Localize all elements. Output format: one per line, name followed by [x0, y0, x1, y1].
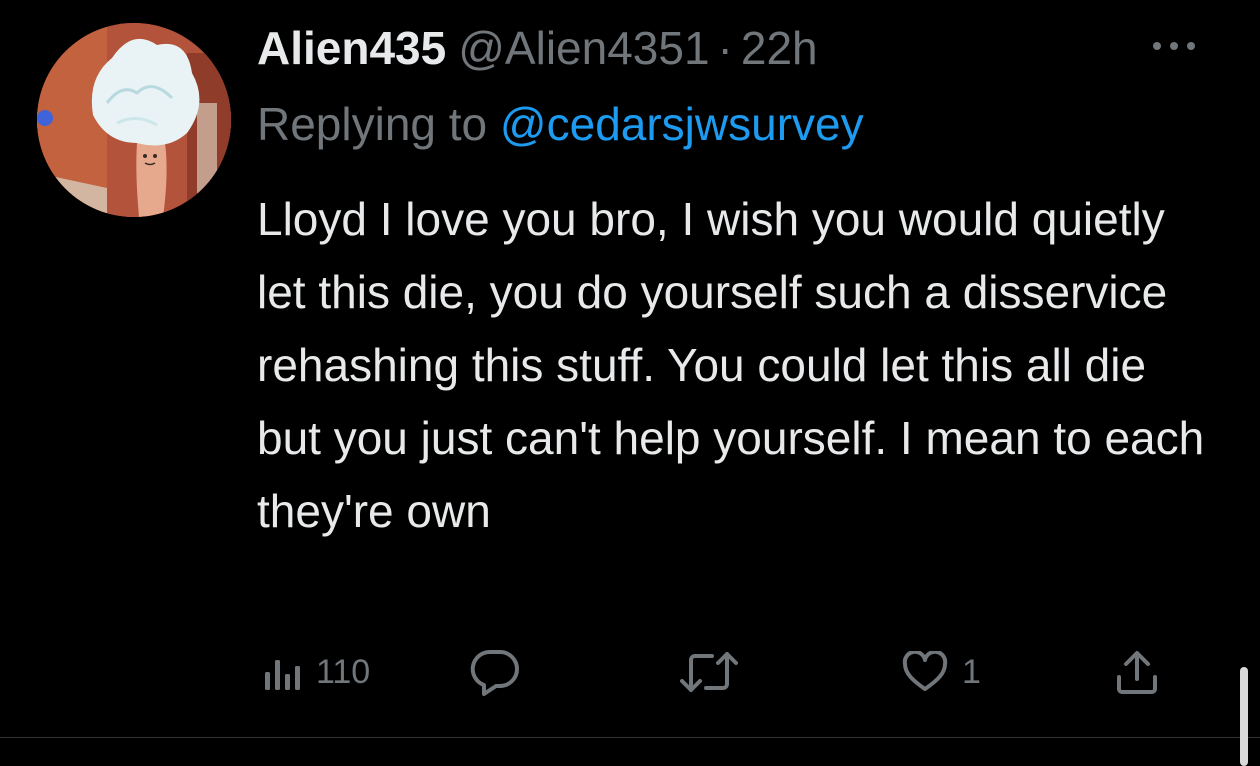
tweet-text: Lloyd I love you bro, I wish you would q…: [257, 193, 1205, 537]
views-button[interactable]: 110: [262, 640, 370, 704]
analytics-icon: [265, 660, 300, 690]
replying-to: Replying to @cedarsjwsurvey: [257, 96, 864, 152]
tweet-header: Alien435 @Alien4351 · 22h: [257, 20, 818, 76]
tweet-actions: 110 1: [0, 640, 1260, 704]
reply-button[interactable]: [470, 640, 520, 704]
replying-to-mention[interactable]: @cedarsjwsurvey: [500, 98, 864, 150]
retweet-button[interactable]: [680, 640, 738, 704]
share-button[interactable]: [1114, 640, 1160, 704]
user-handle[interactable]: @Alien4351: [458, 20, 709, 76]
retweet-icon: [680, 652, 738, 692]
separator-dot: ·: [717, 22, 733, 74]
like-button[interactable]: 1: [902, 640, 981, 704]
more-horizontal-icon: [1153, 42, 1195, 50]
display-name[interactable]: Alien435: [257, 20, 446, 76]
more-options-button[interactable]: [1148, 36, 1200, 56]
likes-count: 1: [962, 653, 981, 691]
tweet-divider: [0, 737, 1260, 738]
reply-bubble-icon: [470, 649, 519, 696]
scrollbar[interactable]: [1240, 667, 1248, 766]
timestamp[interactable]: 22h: [741, 20, 818, 76]
share-icon: [1117, 651, 1157, 694]
heart-icon: [902, 651, 948, 691]
replying-to-label: Replying to: [257, 98, 488, 150]
avatar[interactable]: [37, 23, 231, 217]
views-count: 110: [316, 653, 371, 691]
tweet[interactable]: Alien435 @Alien4351 · 22h Replying to @c…: [0, 0, 1260, 738]
